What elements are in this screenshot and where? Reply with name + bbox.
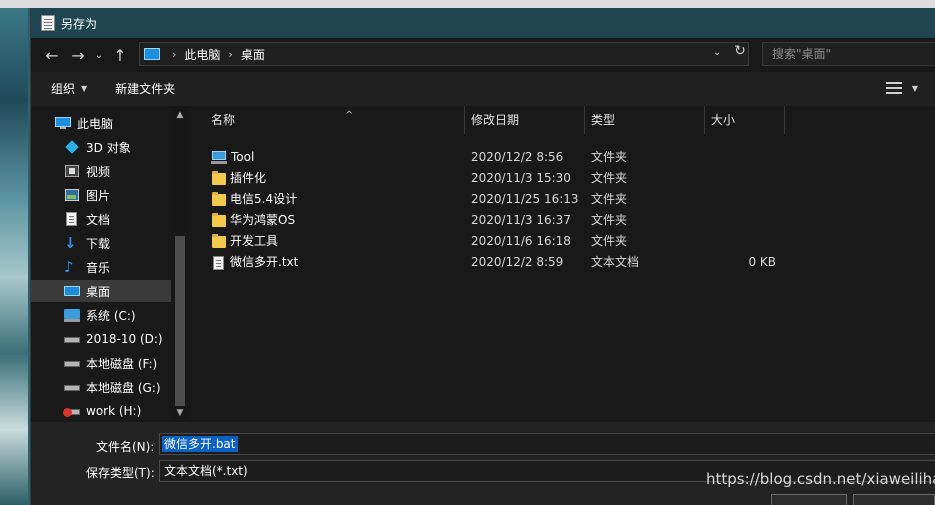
filename-value: 微信多开.bat bbox=[162, 436, 238, 452]
save-as-dialog: 另存为 ← → ⌄ ↑ › 此电脑 › 桌面 ⌄ ↻ 搜索"桌面" 组织 ▼ 新… bbox=[30, 8, 935, 505]
save-button[interactable] bbox=[771, 494, 847, 505]
nav-item-drive-f[interactable]: 本地磁盘 (F:) bbox=[31, 352, 171, 374]
address-row: ← → ⌄ ↑ › 此电脑 › 桌面 ⌄ ↻ 搜索"桌面" bbox=[31, 38, 935, 72]
filetype-label: 保存类型(T): bbox=[86, 466, 155, 480]
column-header-size[interactable]: 大小 bbox=[705, 106, 785, 134]
monitor-icon bbox=[55, 116, 71, 130]
download-arrow-icon: ↓ bbox=[64, 234, 77, 252]
breadcrumb-desktop[interactable]: 桌面 bbox=[241, 46, 265, 63]
network-folder-icon bbox=[211, 150, 227, 165]
nav-item-desktop[interactable]: 桌面 bbox=[31, 280, 171, 302]
column-header-type[interactable]: 类型 bbox=[585, 106, 705, 134]
music-note-icon: ♪ bbox=[64, 258, 74, 276]
document-icon bbox=[64, 212, 80, 226]
network-drive-icon bbox=[63, 404, 80, 418]
desktop-icon bbox=[64, 284, 80, 298]
drive-icon bbox=[64, 308, 80, 322]
dialog-titlebar: 另存为 bbox=[31, 8, 935, 38]
column-header-date[interactable]: 修改日期 bbox=[465, 106, 585, 134]
nav-item-pictures[interactable]: 图片 bbox=[31, 184, 171, 206]
drive-icon bbox=[64, 332, 80, 346]
folder-icon bbox=[212, 212, 226, 227]
cube-icon bbox=[64, 140, 80, 154]
search-input[interactable]: 搜索"桌面" bbox=[762, 42, 935, 66]
watermark-text: https://blog.csdn.net/xiaweilihai bbox=[706, 470, 935, 488]
drive-icon bbox=[64, 356, 80, 370]
new-folder-button[interactable]: 新建文件夹 bbox=[105, 72, 185, 106]
text-file-icon bbox=[213, 255, 224, 270]
file-row[interactable]: 插件化 2020/11/3 15:30 文件夹 bbox=[193, 168, 935, 189]
chevron-right-icon[interactable]: › bbox=[228, 48, 232, 61]
nav-item-music[interactable]: ♪ 音乐 bbox=[31, 256, 171, 278]
nav-item-drive-d[interactable]: 2018-10 (D:) bbox=[31, 328, 171, 350]
dialog-title: 另存为 bbox=[61, 16, 98, 31]
video-icon bbox=[64, 164, 80, 178]
nav-item-drive-h[interactable]: work (H:) bbox=[31, 400, 171, 422]
monitor-icon bbox=[144, 48, 160, 60]
organize-button[interactable]: 组织 ▼ bbox=[41, 72, 97, 106]
organize-label: 组织 bbox=[51, 82, 76, 96]
folder-icon bbox=[212, 191, 226, 206]
address-dropdown-chevron-icon[interactable]: ⌄ bbox=[713, 47, 721, 58]
save-options-panel: 文件名(N): 微信多开.bat 保存类型(T): 文本文档(*.txt) bbox=[31, 422, 935, 505]
back-arrow-icon[interactable]: ← bbox=[39, 42, 65, 68]
scroll-up-icon[interactable]: ▲ bbox=[175, 110, 185, 120]
file-row[interactable]: 电信5.4设计 2020/11/25 16:13 文件夹 bbox=[193, 189, 935, 210]
refresh-icon[interactable]: ↻ bbox=[731, 42, 749, 60]
sort-ascending-icon: ^ bbox=[345, 110, 354, 121]
filetype-value: 文本文档(*.txt) bbox=[164, 464, 248, 478]
up-arrow-icon[interactable]: ↑ bbox=[107, 42, 133, 68]
details-view-icon bbox=[885, 82, 902, 94]
address-bar[interactable]: › 此电脑 › 桌面 bbox=[139, 42, 749, 66]
filename-label: 文件名(N): bbox=[96, 440, 155, 454]
nav-item-downloads[interactable]: ↓ 下载 bbox=[31, 232, 171, 254]
background-app-menubar bbox=[0, 0, 935, 8]
column-header-name[interactable]: 名称 ^ bbox=[205, 106, 465, 134]
cancel-button[interactable] bbox=[853, 494, 935, 505]
file-row[interactable]: 开发工具 2020/11/6 16:18 文件夹 bbox=[193, 231, 935, 252]
forward-arrow-icon[interactable]: → bbox=[65, 42, 91, 68]
file-row[interactable]: Tool 2020/12/2 8:56 文件夹 bbox=[193, 147, 935, 168]
file-row[interactable]: 华为鸿蒙OS 2020/11/3 16:37 文件夹 bbox=[193, 210, 935, 231]
filename-input[interactable]: 微信多开.bat bbox=[159, 433, 935, 455]
caret-down-icon: ▼ bbox=[81, 84, 88, 93]
caret-down-icon: ▼ bbox=[911, 83, 918, 93]
notepad-icon bbox=[41, 15, 55, 31]
drive-icon bbox=[64, 380, 80, 394]
navigation-scrollbar[interactable]: ▲ ▼ bbox=[172, 106, 188, 422]
file-row[interactable]: 微信多开.txt 2020/12/2 8:59 文本文档 0 KB bbox=[193, 252, 935, 273]
nav-item-videos[interactable]: 视频 bbox=[31, 160, 171, 182]
nav-item-drive-g[interactable]: 本地磁盘 (G:) bbox=[31, 376, 171, 398]
scroll-down-icon[interactable]: ▼ bbox=[175, 408, 185, 418]
nav-item-drive-c[interactable]: 系统 (C:) bbox=[31, 304, 171, 326]
picture-icon bbox=[64, 188, 80, 202]
change-view-button[interactable]: ▼ bbox=[885, 82, 918, 94]
desktop-wallpaper bbox=[0, 0, 28, 505]
folder-icon bbox=[212, 170, 226, 185]
scroll-thumb[interactable] bbox=[175, 236, 185, 406]
file-list[interactable]: 名称 ^ 修改日期 类型 大小 Tool 2020/12/2 8:56 文件夹 … bbox=[193, 106, 935, 422]
command-toolbar: 组织 ▼ 新建文件夹 ▼ bbox=[31, 72, 935, 106]
chevron-right-icon[interactable]: › bbox=[172, 48, 176, 61]
breadcrumb-this-pc[interactable]: 此电脑 bbox=[184, 46, 220, 63]
nav-item-documents[interactable]: 文档 bbox=[31, 208, 171, 230]
folder-icon bbox=[212, 233, 226, 248]
navigation-pane[interactable]: 此电脑 3D 对象 视频 图片 文档 ↓ 下载 ♪ 音乐 桌面 系统 (C:) … bbox=[31, 106, 189, 422]
nav-item-this-pc[interactable]: 此电脑 bbox=[31, 112, 171, 134]
recent-locations-chevron-icon[interactable]: ⌄ bbox=[91, 42, 107, 68]
nav-item-3d-objects[interactable]: 3D 对象 bbox=[31, 136, 171, 158]
